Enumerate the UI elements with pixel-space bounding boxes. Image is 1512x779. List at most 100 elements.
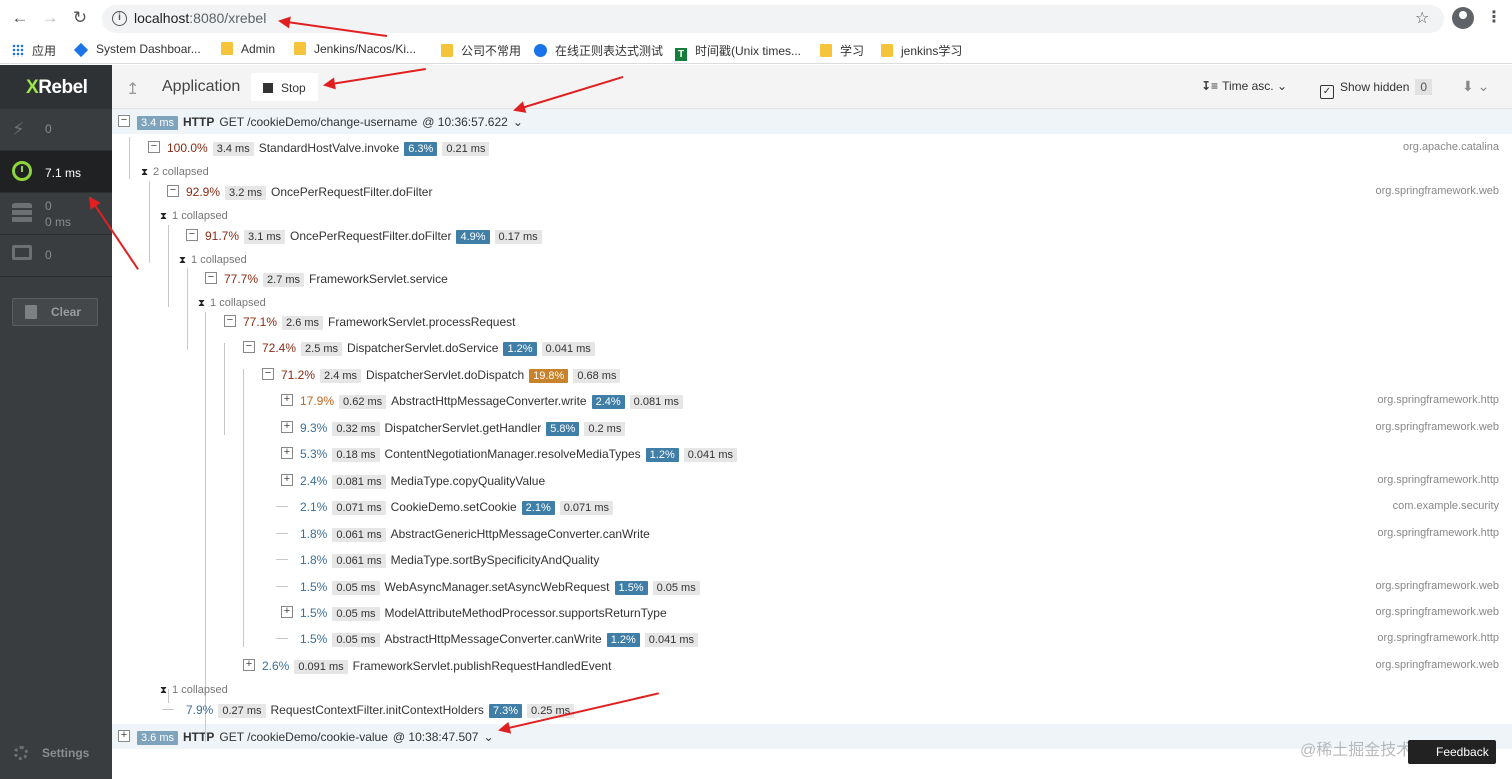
tree-row[interactable]: −77.7% 2.7 ms FrameworkServlet.service xyxy=(112,266,1512,291)
method-name[interactable]: DispatcherServlet.doDispatch xyxy=(366,368,524,382)
sidebar-item-io[interactable]: 0 xyxy=(0,235,112,277)
show-hidden-toggle[interactable]: ✓ Show hidden 0 xyxy=(1320,79,1433,99)
row-content: 1.8% 0.061 ms MediaType.sortBySpecificityA… xyxy=(300,553,604,568)
bookmark-jenkins-study[interactable]: jenkins学习 xyxy=(881,42,962,59)
method-name[interactable]: DispatcherServlet.getHandler xyxy=(385,421,542,435)
download-icon[interactable]: ⬇ ⌄ xyxy=(1462,78,1489,95)
tree-row[interactable]: +5.3% 0.18 ms ContentNegotiationManager.re… xyxy=(112,441,1512,466)
tree-row[interactable]: 1.8% 0.061 ms AbstractGenericHttpMessageCo… xyxy=(112,521,1512,546)
tree-row[interactable]: −100.0% 3.4 ms StandardHostValve.invoke 6.3… xyxy=(112,135,1512,160)
scroll-top-icon[interactable]: ↥ xyxy=(126,79,142,98)
address-bar[interactable]: i localhost:8080/xrebel xyxy=(102,5,1444,33)
tree-row[interactable]: −72.4% 2.5 ms DispatcherServlet.doService 1… xyxy=(112,335,1512,360)
feedback-button[interactable]: Feedback xyxy=(1408,740,1496,764)
tree-row[interactable]: −91.7% 3.1 ms OncePerRequestFilter.doFilte… xyxy=(112,223,1512,248)
collapse-icon[interactable]: − xyxy=(167,185,179,197)
collapsed-label[interactable]: ⧗ 2 collapsed xyxy=(141,166,209,178)
expand-icon[interactable]: + xyxy=(243,659,255,671)
method-name[interactable]: AbstractHttpMessageConverter.canWrite xyxy=(385,632,602,646)
method-name[interactable]: CookieDemo.setCookie xyxy=(391,500,517,514)
total-percent: 1.8% xyxy=(300,553,328,567)
collapse-icon[interactable]: − xyxy=(148,141,160,153)
bookmark-jenkins-nacos[interactable]: Jenkins/Nacos/Ki... xyxy=(294,42,416,56)
collapsed-label[interactable]: ⧗ 1 collapsed xyxy=(179,254,247,266)
sort-dropdown[interactable]: ↧≡ Time asc. ⌄ xyxy=(1201,79,1287,93)
expand-icon[interactable]: + xyxy=(118,730,130,742)
bookmark-study[interactable]: 学习 xyxy=(820,42,864,59)
checkbox-icon[interactable]: ✓ xyxy=(1320,85,1334,99)
method-name[interactable]: OncePerRequestFilter.doFilter xyxy=(271,185,432,199)
method-name[interactable]: WebAsyncManager.setAsyncWebRequest xyxy=(385,580,610,594)
request-summary: 3.4 ms HTTP GET /cookieDemo/change-usernam… xyxy=(137,115,528,130)
collapse-icon[interactable]: − xyxy=(205,272,217,284)
collapsed-label[interactable]: ⧗ 1 collapsed xyxy=(198,297,266,309)
clear-button[interactable]: Clear xyxy=(12,298,98,326)
reload-icon[interactable]: ↻ xyxy=(70,8,90,28)
method-name[interactable]: AbstractGenericHttpMessageConverter.canW… xyxy=(391,527,650,541)
tree-row[interactable]: +9.3% 0.32 ms DispatcherServlet.getHandler… xyxy=(112,415,1512,440)
bookmark-regex[interactable]: 在线正则表达式测试 xyxy=(534,42,663,59)
tree-row[interactable]: +2.6% 0.091 ms FrameworkServlet.publishReq… xyxy=(112,653,1512,678)
collapse-icon[interactable]: − xyxy=(186,229,198,241)
back-arrow-icon[interactable]: ← xyxy=(10,8,30,28)
method-name[interactable]: FrameworkServlet.service xyxy=(309,272,448,286)
collapsed-label[interactable]: ⧗ 1 collapsed xyxy=(160,684,228,696)
tree-row[interactable]: 2.1% 0.071 ms CookieDemo.setCookie 2.1% 0.07… xyxy=(112,494,1512,519)
expand-icon[interactable]: + xyxy=(281,606,293,618)
method-name[interactable]: FrameworkServlet.publishRequestHandledEv… xyxy=(353,659,612,673)
total-percent: 7.9% xyxy=(186,703,214,717)
chevron-down-icon[interactable]: ⌄ xyxy=(483,730,493,744)
row-content: 72.4% 2.5 ms DispatcherServlet.doService 1.… xyxy=(262,341,600,356)
collapsed-label[interactable]: ⧗ 1 collapsed xyxy=(160,210,228,222)
method-name[interactable]: ModelAttributeMethodProcessor.supportsRe… xyxy=(385,606,667,620)
tree-row[interactable]: 7.9% 0.27 ms RequestContextFilter.initCont… xyxy=(112,697,1512,722)
method-name[interactable]: MediaType.copyQualityValue xyxy=(391,474,546,488)
bookmark-admin[interactable]: Admin xyxy=(221,42,275,56)
bookmark-company[interactable]: 公司不常用 xyxy=(441,42,521,59)
expand-icon[interactable]: + xyxy=(281,421,293,433)
bookmark-timestamp[interactable]: T 时间戳(Unix times... xyxy=(675,42,801,61)
self-percent-badge: 1.2% xyxy=(645,448,679,462)
tree-row[interactable]: −77.1% 2.6 ms FrameworkServlet.processRequ… xyxy=(112,309,1512,334)
timestamp-site-icon: T xyxy=(675,48,687,61)
chevron-down-icon[interactable]: ⌄ xyxy=(513,115,523,129)
sidebar-item-timing[interactable]: 7.1 ms xyxy=(0,151,112,193)
method-name[interactable]: AbstractHttpMessageConverter.write xyxy=(391,394,586,408)
bookmark-apps[interactable]: 应用 xyxy=(12,42,56,59)
expand-icon[interactable]: + xyxy=(281,474,293,486)
tree-row[interactable]: 1.8% 0.061 ms MediaType.sortBySpecificityA… xyxy=(112,547,1512,572)
bookmark-system-dashboard[interactable]: System Dashboar... xyxy=(73,42,201,58)
package-name: org.springframework.http xyxy=(1377,474,1499,486)
profile-avatar-icon[interactable] xyxy=(1452,7,1474,29)
tree-row[interactable]: 1.5% 0.05 ms WebAsyncManager.setAsyncWebRe… xyxy=(112,574,1512,599)
tree-row[interactable]: −71.2% 2.4 ms DispatcherServlet.doDispatch… xyxy=(112,362,1512,387)
tree-row[interactable]: +1.5% 0.05 ms ModelAttributeMethodProcesso… xyxy=(112,600,1512,625)
method-name[interactable]: FrameworkServlet.processRequest xyxy=(328,315,515,329)
gear-icon xyxy=(14,746,28,760)
collapse-icon[interactable]: − xyxy=(118,115,130,127)
bookmark-star-icon[interactable]: ☆ xyxy=(1415,8,1429,28)
settings-button[interactable]: Settings xyxy=(14,746,89,760)
stop-button[interactable]: Stop xyxy=(251,73,318,101)
method-name[interactable]: MediaType.sortBySpecificityAndQuality xyxy=(391,553,600,567)
collapse-icon[interactable]: − xyxy=(243,341,255,353)
method-name[interactable]: ContentNegotiationManager.resolveMediaTy… xyxy=(385,447,641,461)
sidebar-item-activity[interactable]: ⚡ 0 xyxy=(0,109,112,151)
info-icon[interactable]: i xyxy=(112,11,127,26)
request-header[interactable]: −3.4 ms HTTP GET /cookieDemo/change-userna… xyxy=(112,109,1512,134)
method-name[interactable]: StandardHostValve.invoke xyxy=(259,141,400,155)
method-name[interactable]: RequestContextFilter.initContextHolders xyxy=(271,703,484,717)
forward-arrow-icon[interactable]: → xyxy=(40,8,60,28)
collapse-icon[interactable]: − xyxy=(262,368,274,380)
tree-row[interactable]: 1.5% 0.05 ms AbstractHttpMessageConverter.… xyxy=(112,626,1512,651)
tree-row[interactable]: +2.4% 0.081 ms MediaType.copyQualityValue o… xyxy=(112,468,1512,493)
tree-row[interactable]: +17.9% 0.62 ms AbstractHttpMessageConverte… xyxy=(112,388,1512,413)
kebab-menu-icon[interactable]: ⋮ xyxy=(1486,7,1502,27)
method-name[interactable]: DispatcherServlet.doService xyxy=(347,341,498,355)
expand-icon[interactable]: + xyxy=(281,447,293,459)
method-name[interactable]: OncePerRequestFilter.doFilter xyxy=(290,229,451,243)
tree-row[interactable]: −92.9% 3.2 ms OncePerRequestFilter.doFilte… xyxy=(112,179,1512,204)
expand-icon[interactable]: + xyxy=(281,394,293,406)
self-percent-badge: 5.8% xyxy=(546,422,580,436)
collapse-icon[interactable]: − xyxy=(224,315,236,327)
